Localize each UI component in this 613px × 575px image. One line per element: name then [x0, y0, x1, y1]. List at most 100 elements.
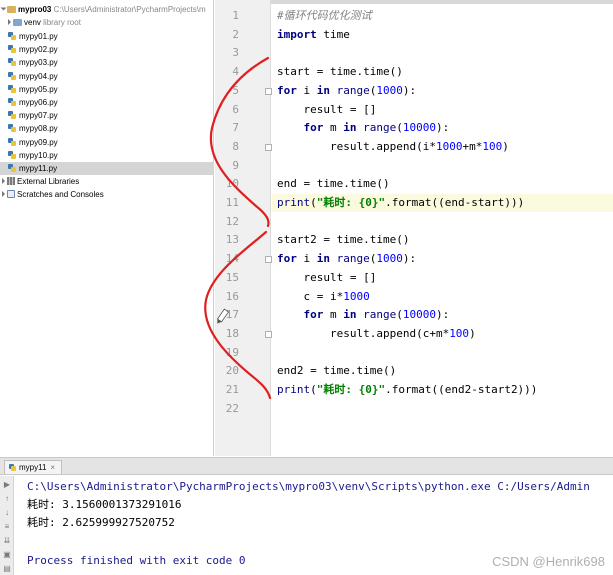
file-item[interactable]: mypy06.py	[0, 96, 214, 109]
code-token: in	[316, 83, 330, 97]
code-token: ):	[436, 121, 450, 135]
code-token: i	[296, 252, 317, 266]
code-line: #循环代码优化测试	[277, 7, 372, 25]
code-token: start = time.time()	[277, 65, 403, 79]
rerun-icon[interactable]: ▶	[2, 480, 12, 490]
code-token: #循环代码优化测试	[277, 9, 372, 22]
arrow-down-icon[interactable]: ↓	[2, 508, 12, 518]
code-token: 1000	[376, 83, 403, 97]
code-token: +m*	[462, 139, 483, 153]
external-libraries-item[interactable]: External Libraries	[0, 175, 214, 188]
file-item[interactable]: mypy02.py	[0, 43, 214, 56]
line-number: 13	[225, 233, 239, 247]
python-file-icon	[8, 84, 16, 93]
code-token: result.append(i*	[277, 139, 436, 153]
project-root-name: mypro03	[18, 5, 52, 14]
file-name: mypy11.py	[19, 164, 58, 173]
code-token: (	[310, 196, 317, 209]
scroll-to-end-icon[interactable]: ⇊	[2, 536, 12, 546]
venv-item[interactable]: venv library root	[0, 16, 214, 29]
code-line: result = []	[277, 269, 376, 287]
python-file-icon	[8, 124, 16, 133]
expand-arrow-icon[interactable]	[2, 191, 5, 197]
code-line: result = []	[277, 101, 376, 119]
code-token: print	[277, 383, 311, 396]
code-token: )	[517, 196, 525, 209]
file-item[interactable]: mypy04.py	[0, 70, 214, 83]
trash-icon[interactable]: ▤	[2, 564, 12, 574]
code-area[interactable]: #循环代码优化测试 import time start = time.time() f…	[272, 0, 613, 456]
line-number: 19	[225, 345, 239, 359]
expand-arrow-icon[interactable]	[2, 178, 5, 184]
code-line: start = time.time()	[277, 63, 403, 81]
code-line: print("耗时: {0}".format((end-start)))	[277, 194, 524, 212]
code-token: m	[323, 308, 344, 322]
console-command-line: C:\Users\Administrator\PycharmProjects\m…	[27, 480, 590, 493]
project-root-path: C:\Users\Administrator\PycharmProjects\m	[53, 5, 206, 14]
expand-arrow-icon[interactable]	[0, 7, 7, 11]
code-token: for	[277, 252, 297, 266]
line-number: 16	[225, 289, 239, 303]
code-token: ):	[402, 252, 417, 266]
code-token: for	[303, 308, 324, 322]
file-item[interactable]: mypy10.py	[0, 149, 214, 162]
scratches-item[interactable]: Scratches and Consoles	[0, 188, 214, 201]
code-token: end2 = time.time()	[277, 364, 397, 378]
fold-marker-icon[interactable]	[265, 330, 272, 338]
console-exit-message: Process finished with exit code 0	[27, 554, 246, 567]
library-icon	[7, 177, 15, 185]
code-token: result = []	[277, 270, 377, 284]
file-item[interactable]: mypy08.py	[0, 122, 214, 135]
folder-icon	[7, 6, 16, 13]
close-icon[interactable]: ×	[50, 463, 55, 472]
code-token: (	[396, 121, 403, 135]
arrow-up-icon[interactable]: ↑	[2, 494, 12, 504]
code-token: 1000	[435, 139, 463, 153]
file-item[interactable]: mypy09.py	[0, 136, 214, 149]
project-root-item[interactable]: mypro03 C:\Users\Administrator\PycharmPr…	[0, 3, 214, 16]
soft-wrap-icon[interactable]: ≡	[2, 522, 12, 532]
file-item[interactable]: mypy05.py	[0, 83, 214, 96]
expand-arrow-icon[interactable]	[8, 19, 11, 25]
line-number: 22	[225, 401, 239, 415]
fold-marker-icon[interactable]	[265, 87, 272, 95]
code-token: for	[303, 121, 324, 135]
python-file-icon	[9, 464, 16, 471]
code-token: )	[469, 326, 476, 340]
code-token: end = time.time()	[277, 177, 390, 191]
code-token: 100	[482, 139, 503, 153]
line-number: 20	[225, 364, 239, 378]
code-token: (	[396, 308, 403, 322]
code-token: time	[316, 27, 350, 41]
line-number: 10	[225, 177, 239, 191]
code-line: result.append(c+m*100)	[277, 325, 476, 343]
code-token: m	[323, 121, 344, 135]
code-editor[interactable]: 1 2 3 4 5 6 7 8 9 10 11 12 13 14 15 16 17 18 19 20 21 22 #循环代…	[215, 0, 613, 456]
code-token: in	[343, 308, 357, 322]
code-token: 1000	[376, 252, 403, 266]
fold-marker-icon[interactable]	[265, 256, 272, 264]
code-line: result.append(i*1000+m*100)	[277, 138, 509, 156]
file-item[interactable]: mypy07.py	[0, 109, 214, 122]
external-libraries-label: External Libraries	[17, 177, 80, 186]
project-panel: mypro03 C:\Users\Administrator\PycharmPr…	[0, 0, 214, 456]
folder-icon	[13, 19, 22, 26]
file-item[interactable]: mypy11.py	[0, 162, 214, 175]
code-token: in	[316, 252, 330, 266]
code-line: end2 = time.time()	[277, 362, 396, 380]
run-tab[interactable]: mypy11 ×	[4, 460, 63, 474]
code-token: ):	[436, 308, 450, 322]
run-panel-header: mypy11 ×	[0, 457, 613, 475]
code-token: "耗时: {0}"	[316, 383, 386, 396]
file-name: mypy06.py	[19, 98, 58, 107]
line-number: 3	[232, 46, 239, 60]
venv-note: library root	[43, 18, 81, 27]
file-item[interactable]: mypy03.py	[0, 56, 214, 69]
code-token: result.append(c+m*	[277, 326, 450, 340]
print-icon[interactable]: ▣	[2, 550, 12, 560]
line-number: 21	[225, 383, 239, 396]
fold-marker-icon[interactable]	[265, 143, 272, 151]
code-line: for i in range(1000):	[277, 82, 416, 100]
file-item[interactable]: mypy01.py	[0, 30, 214, 43]
